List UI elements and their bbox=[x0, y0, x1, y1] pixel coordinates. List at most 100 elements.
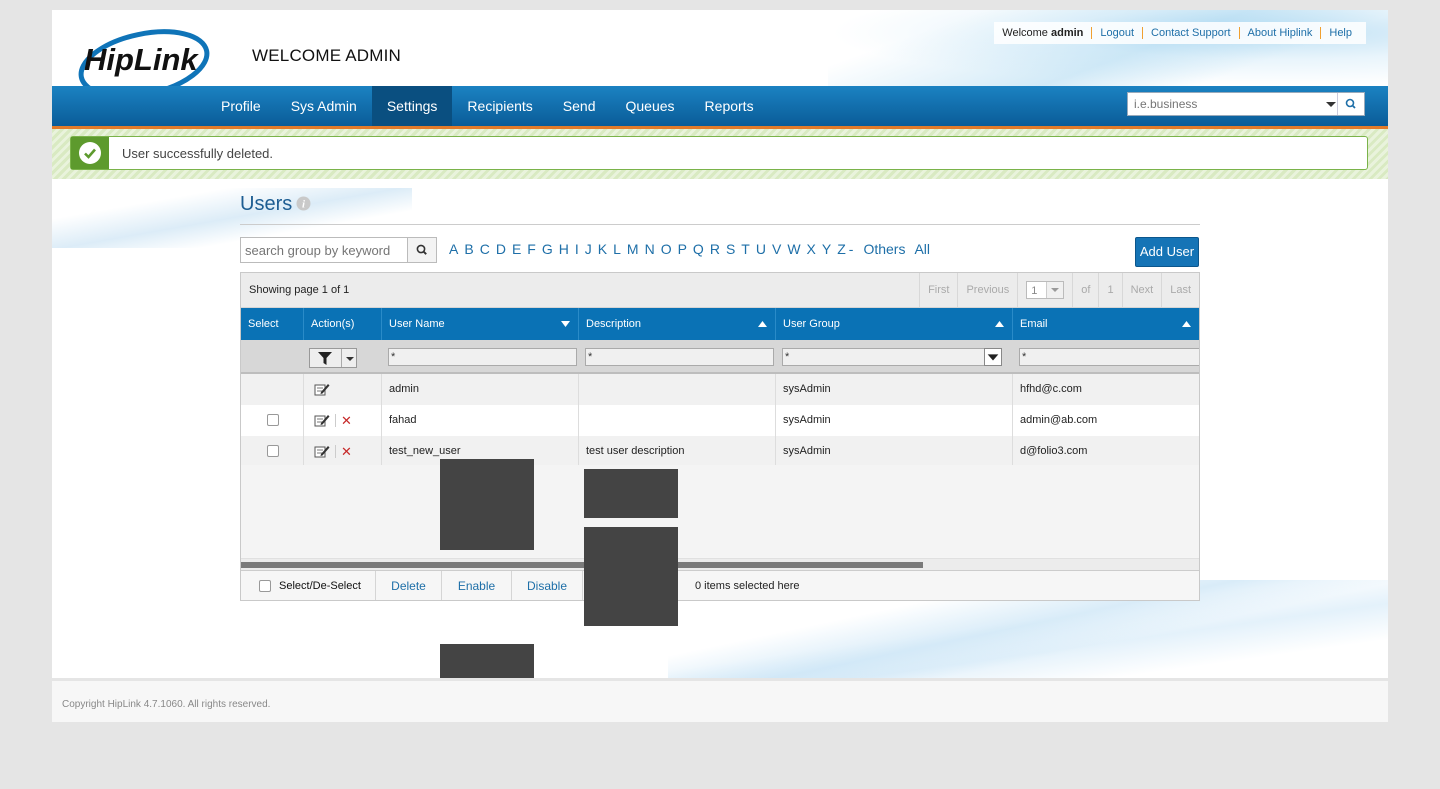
info-icon[interactable]: i bbox=[296, 196, 311, 211]
table-row[interactable]: ✕ fahad sysAdmin admin@ab.com bbox=[241, 405, 1199, 437]
delete-icon[interactable]: ✕ bbox=[341, 436, 352, 467]
letter-filter-c[interactable]: C bbox=[477, 241, 493, 257]
page-select-value: 1 bbox=[1031, 285, 1038, 298]
nav-queues[interactable]: Queues bbox=[611, 86, 690, 126]
column-header-description[interactable]: Description bbox=[579, 308, 776, 340]
keyword-search-input[interactable] bbox=[241, 238, 413, 262]
letter-filter-s[interactable]: S bbox=[723, 241, 738, 257]
page-status: Showing page 1 of 1 bbox=[249, 284, 350, 296]
usergroup-filter[interactable] bbox=[782, 348, 1002, 366]
chevron-down-icon[interactable] bbox=[1324, 93, 1338, 115]
letter-filter-others[interactable]: Others bbox=[857, 241, 911, 257]
letter-filter-r[interactable]: R bbox=[707, 241, 723, 257]
letter-filter-all[interactable]: All bbox=[911, 241, 933, 257]
column-header-email[interactable]: Email bbox=[1013, 308, 1199, 340]
chevron-down-icon[interactable] bbox=[984, 348, 1002, 366]
letter-filter-t[interactable]: T bbox=[738, 241, 753, 257]
nav-sys-admin[interactable]: Sys Admin bbox=[276, 86, 372, 126]
edit-icon[interactable] bbox=[314, 382, 330, 396]
grid-filter-row bbox=[241, 340, 1199, 374]
letter-filter-v[interactable]: V bbox=[769, 241, 784, 257]
pager-previous[interactable]: Previous bbox=[957, 273, 1017, 307]
email-cell: admin@ab.com bbox=[1020, 414, 1098, 426]
hiplink-logo[interactable]: HipLink bbox=[76, 18, 216, 86]
letter-filter-j[interactable]: J bbox=[582, 241, 595, 257]
page-title: Users bbox=[240, 193, 293, 215]
select-all-checkbox[interactable] bbox=[259, 580, 271, 592]
nav-settings[interactable]: Settings bbox=[371, 86, 453, 126]
column-header-username[interactable]: User Name bbox=[382, 308, 579, 340]
row-checkbox[interactable] bbox=[267, 445, 279, 457]
global-search-input[interactable] bbox=[1128, 93, 1336, 115]
sort-asc-icon[interactable] bbox=[995, 321, 1004, 327]
add-user-button[interactable]: Add User bbox=[1135, 237, 1199, 267]
letter-filter-y[interactable]: Y bbox=[819, 241, 834, 257]
chevron-down-icon bbox=[1046, 282, 1064, 299]
header: HipLink WELCOME ADMIN Welcome admin Logo… bbox=[52, 10, 1388, 86]
current-user: admin bbox=[1050, 27, 1084, 39]
description-filter[interactable] bbox=[585, 348, 774, 366]
pager: First Previous 1 of 1 Next Last bbox=[919, 273, 1199, 307]
letter-filter-h[interactable]: H bbox=[556, 241, 572, 257]
table-row[interactable]: admin sysAdmin hfhd@c.com bbox=[241, 374, 1199, 406]
delete-icon[interactable]: ✕ bbox=[341, 405, 352, 436]
nav-recipients[interactable]: Recipients bbox=[452, 86, 547, 126]
filter-menu-button[interactable] bbox=[309, 348, 357, 368]
email-filter[interactable] bbox=[1019, 348, 1199, 366]
sort-asc-icon[interactable] bbox=[758, 321, 767, 327]
logout-link[interactable]: Logout bbox=[1091, 27, 1142, 39]
letter-filter-m[interactable]: M bbox=[624, 241, 642, 257]
about-hiplink-link[interactable]: About Hiplink bbox=[1238, 27, 1321, 39]
enable-button[interactable]: Enable bbox=[441, 571, 511, 600]
letter-filter-l[interactable]: L bbox=[610, 241, 624, 257]
row-checkbox[interactable] bbox=[267, 414, 279, 426]
welcome-title: WELCOME ADMIN bbox=[252, 46, 402, 65]
letter-filter-i[interactable]: I bbox=[572, 241, 582, 257]
edit-icon[interactable] bbox=[314, 413, 330, 427]
delete-button[interactable]: Delete bbox=[375, 571, 441, 600]
sort-desc-icon[interactable] bbox=[561, 321, 570, 327]
letter-filter-e[interactable]: E bbox=[509, 241, 524, 257]
letter-filter-p[interactable]: P bbox=[675, 241, 690, 257]
app-page: HipLink WELCOME ADMIN Welcome admin Logo… bbox=[52, 10, 1388, 722]
letter-filter-a[interactable]: A bbox=[446, 241, 461, 257]
scrollbar-thumb[interactable] bbox=[241, 562, 923, 568]
nav-reports[interactable]: Reports bbox=[690, 86, 769, 126]
column-header-usergroup[interactable]: User Group bbox=[776, 308, 1013, 340]
nav-send[interactable]: Send bbox=[548, 86, 611, 126]
edit-icon[interactable] bbox=[314, 444, 330, 458]
letter-filter-w[interactable]: W bbox=[784, 241, 803, 257]
alphabet-filter: A B C D E F G H I J K L M N O P Q R S T … bbox=[446, 241, 933, 257]
sort-asc-icon[interactable] bbox=[1182, 321, 1191, 327]
letter-filter-z[interactable]: Z bbox=[834, 241, 849, 257]
nav-profile[interactable]: Profile bbox=[206, 86, 276, 126]
search-icon[interactable] bbox=[407, 238, 436, 262]
grid-header: Select Action(s) User Name Description U… bbox=[241, 308, 1199, 340]
letter-filter-x[interactable]: X bbox=[804, 241, 819, 257]
letter-filter-b[interactable]: B bbox=[461, 241, 476, 257]
column-header-description-label: Description bbox=[586, 318, 642, 330]
letter-filter-d[interactable]: D bbox=[493, 241, 509, 257]
letter-filter-q[interactable]: Q bbox=[690, 241, 707, 257]
pager-last[interactable]: Last bbox=[1161, 273, 1199, 307]
usergroup-cell: sysAdmin bbox=[776, 405, 1013, 436]
page-select[interactable]: 1 bbox=[1026, 281, 1065, 300]
pager-first[interactable]: First bbox=[919, 273, 957, 307]
username-filter[interactable] bbox=[388, 348, 577, 366]
username-cell: admin bbox=[382, 374, 579, 405]
disable-button[interactable]: Disable bbox=[511, 571, 583, 600]
column-header-email-label: Email bbox=[1020, 318, 1048, 330]
search-icon[interactable] bbox=[1337, 93, 1364, 115]
letter-filter-f[interactable]: F bbox=[524, 241, 539, 257]
letter-filter-g[interactable]: G bbox=[539, 241, 556, 257]
help-link[interactable]: Help bbox=[1320, 27, 1360, 39]
pager-next[interactable]: Next bbox=[1121, 273, 1162, 307]
letter-filter-o[interactable]: O bbox=[658, 241, 675, 257]
letter-filter-k[interactable]: K bbox=[595, 241, 610, 257]
letter-filter-n[interactable]: N bbox=[642, 241, 658, 257]
table-row[interactable]: ✕ test_new_user test user description sy… bbox=[241, 436, 1199, 468]
letter-filter-u[interactable]: U bbox=[753, 241, 769, 257]
letter-separator: - bbox=[848, 241, 854, 257]
welcome-user: Welcome admin bbox=[1000, 27, 1091, 39]
contact-support-link[interactable]: Contact Support bbox=[1142, 27, 1239, 39]
